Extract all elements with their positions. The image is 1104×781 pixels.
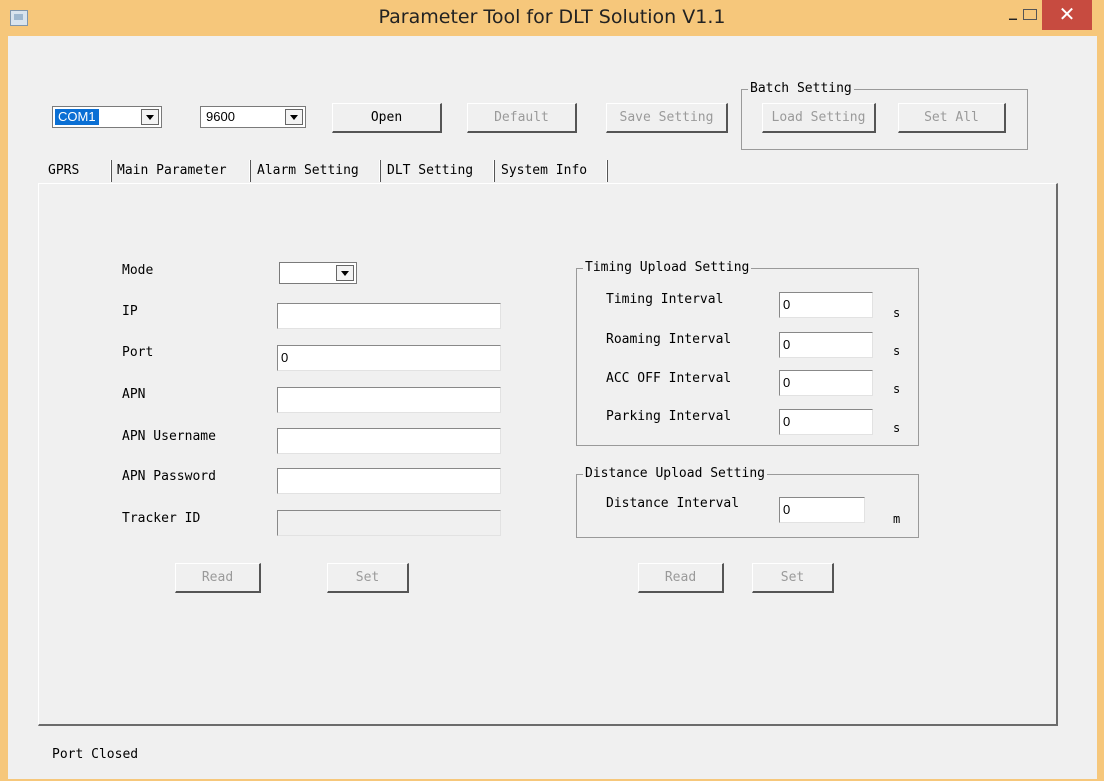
mode-label: Mode xyxy=(122,263,154,278)
port-select[interactable]: COM1 xyxy=(52,106,162,128)
set-all-button[interactable]: Set All xyxy=(898,103,1006,133)
parking-interval-label: Parking Interval xyxy=(606,409,732,424)
timing-interval-label: Timing Interval xyxy=(606,292,724,307)
acc-off-interval-field[interactable]: 0 xyxy=(779,370,873,396)
timing-interval-unit: s xyxy=(893,306,901,320)
batch-setting-title: Batch Setting xyxy=(748,81,854,96)
chevron-down-icon[interactable] xyxy=(285,109,303,125)
window-title: Parameter Tool for DLT Solution V1.1 xyxy=(378,6,726,28)
port-select-value: COM1 xyxy=(55,109,99,125)
tab-separator xyxy=(606,160,608,182)
roaming-interval-field[interactable]: 0 xyxy=(779,332,873,358)
distance-interval-field[interactable]: 0 xyxy=(779,497,865,523)
tab-separator xyxy=(493,160,495,182)
apn-username-field[interactable] xyxy=(277,428,501,454)
tracker-id-label: Tracker ID xyxy=(122,511,201,526)
open-button[interactable]: Open xyxy=(332,103,442,133)
tab-panel-gprs xyxy=(38,183,1058,726)
status-text: Port Closed xyxy=(52,747,139,762)
default-button[interactable]: Default xyxy=(467,103,577,133)
distance-read-button[interactable]: Read xyxy=(638,563,724,593)
app-window: Parameter Tool for DLT Solution V1.1 – ✕… xyxy=(0,0,1104,781)
timing-upload-title: Timing Upload Setting xyxy=(583,260,752,275)
apn-password-field[interactable] xyxy=(277,468,501,494)
tab-separator xyxy=(379,160,381,182)
roaming-interval-label: Roaming Interval xyxy=(606,332,732,347)
apn-field[interactable] xyxy=(277,387,501,413)
acc-off-interval-unit: s xyxy=(893,382,901,396)
port-label: Port xyxy=(122,345,154,360)
maximize-icon xyxy=(1023,9,1037,20)
tab-system-info[interactable]: System Info xyxy=(497,158,591,184)
port-field[interactable]: 0 xyxy=(277,345,501,371)
gprs-read-button[interactable]: Read xyxy=(175,563,261,593)
tab-separator xyxy=(110,160,112,182)
tab-dlt-setting[interactable]: DLT Setting xyxy=(383,158,477,184)
apn-username-label: APN Username xyxy=(122,429,216,444)
gprs-set-button[interactable]: Set xyxy=(327,563,409,593)
save-setting-button[interactable]: Save Setting xyxy=(606,103,728,133)
baud-select[interactable]: 9600 xyxy=(200,106,306,128)
parking-interval-field[interactable]: 0 xyxy=(779,409,873,435)
distance-interval-unit: m xyxy=(893,512,901,526)
apn-label: APN xyxy=(122,387,146,402)
tab-main-parameter[interactable]: Main Parameter xyxy=(113,158,231,184)
distance-interval-label: Distance Interval xyxy=(606,496,740,511)
mode-select[interactable] xyxy=(279,262,357,284)
load-setting-button[interactable]: Load Setting xyxy=(762,103,876,133)
tab-alarm-setting[interactable]: Alarm Setting xyxy=(253,158,363,184)
tracker-id-field xyxy=(277,510,501,536)
distance-set-button[interactable]: Set xyxy=(752,563,834,593)
tab-separator xyxy=(249,160,251,182)
roaming-interval-unit: s xyxy=(893,344,901,358)
timing-interval-field[interactable]: 0 xyxy=(779,292,873,318)
mode-select-value xyxy=(282,265,288,281)
ip-label: IP xyxy=(122,304,138,319)
baud-select-value: 9600 xyxy=(206,109,235,124)
apn-password-label: APN Password xyxy=(122,469,216,484)
distance-upload-title: Distance Upload Setting xyxy=(583,466,768,481)
title-bar: Parameter Tool for DLT Solution V1.1 – ✕ xyxy=(0,0,1104,36)
maximize-button[interactable] xyxy=(1018,0,1042,30)
tab-gprs[interactable]: GPRS xyxy=(44,158,83,184)
acc-off-interval-label: ACC OFF Interval xyxy=(606,371,732,386)
parking-interval-unit: s xyxy=(893,421,901,435)
ip-field[interactable] xyxy=(277,303,501,329)
chevron-down-icon[interactable] xyxy=(336,265,354,281)
close-button[interactable]: ✕ xyxy=(1042,0,1092,30)
chevron-down-icon[interactable] xyxy=(141,109,159,125)
